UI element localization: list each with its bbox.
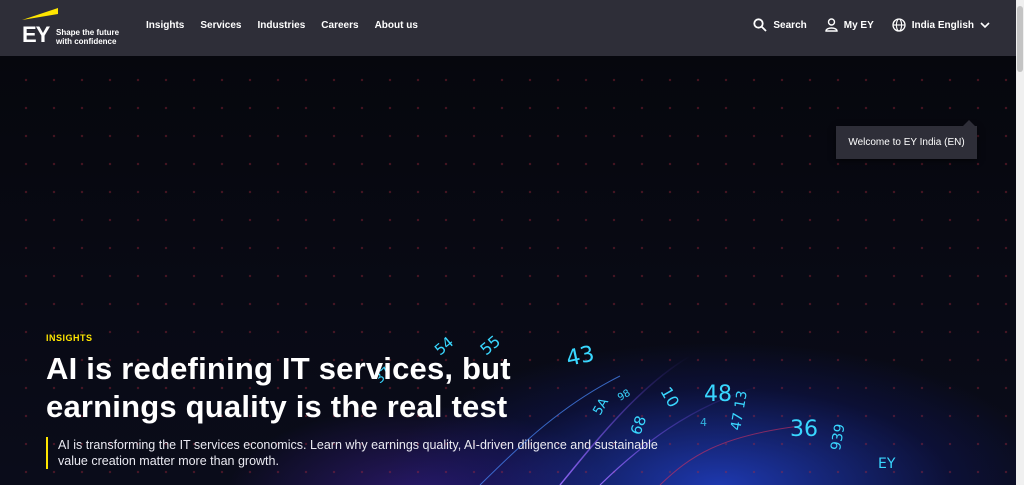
locale-label: India English <box>911 19 974 31</box>
svg-text:98: 98 <box>616 388 633 404</box>
svg-text:4: 4 <box>700 416 707 429</box>
svg-text:48: 48 <box>704 382 732 407</box>
tagline-line-1: Shape the future <box>56 28 120 37</box>
ey-logo[interactable]: EY Shape the future with confidence <box>20 8 120 48</box>
locale-selector[interactable]: India English <box>892 18 990 32</box>
welcome-popup-text: Welcome to EY India (EN) <box>848 137 965 148</box>
scrollbar-thumb[interactable] <box>1017 6 1023 72</box>
logo-tagline: Shape the future with confidence <box>56 28 126 46</box>
svg-text:EY: EY <box>878 456 896 472</box>
svg-text:10: 10 <box>657 384 684 411</box>
primary-nav: Insights Services Industries Careers Abo… <box>146 20 418 31</box>
globe-icon <box>892 18 906 32</box>
search-label: Search <box>773 19 807 31</box>
vertical-scrollbar[interactable] <box>1016 0 1024 485</box>
search-icon <box>753 18 768 32</box>
nav-item-services[interactable]: Services <box>200 20 241 31</box>
chevron-down-icon <box>980 22 990 29</box>
my-ey-label: My EY <box>843 19 874 31</box>
tagline-line-2: with confidence <box>56 37 117 46</box>
nav-item-careers[interactable]: Careers <box>321 20 358 31</box>
hero-eyebrow: INSIGHTS <box>46 333 93 343</box>
hero-headline[interactable]: AI is redefining IT services, but earnin… <box>46 350 606 426</box>
hero-description: AI is transforming the IT services econo… <box>46 437 678 469</box>
utility-nav: Search My EY India English <box>753 18 990 32</box>
nav-item-industries[interactable]: Industries <box>258 20 306 31</box>
my-ey-button[interactable]: My EY <box>825 18 874 32</box>
nav-item-insights[interactable]: Insights <box>146 20 184 31</box>
logo-text: EY <box>22 22 50 47</box>
search-button[interactable]: Search <box>753 18 807 32</box>
welcome-locale-popup: Welcome to EY India (EN) <box>836 120 977 159</box>
svg-text:68: 68 <box>627 413 650 437</box>
svg-text:36: 36 <box>790 417 818 442</box>
nav-item-about-us[interactable]: About us <box>375 20 418 31</box>
svg-text:939: 939 <box>828 423 848 452</box>
user-icon <box>825 18 838 32</box>
top-navigation-bar: EY Shape the future with confidence Insi… <box>0 0 1016 56</box>
